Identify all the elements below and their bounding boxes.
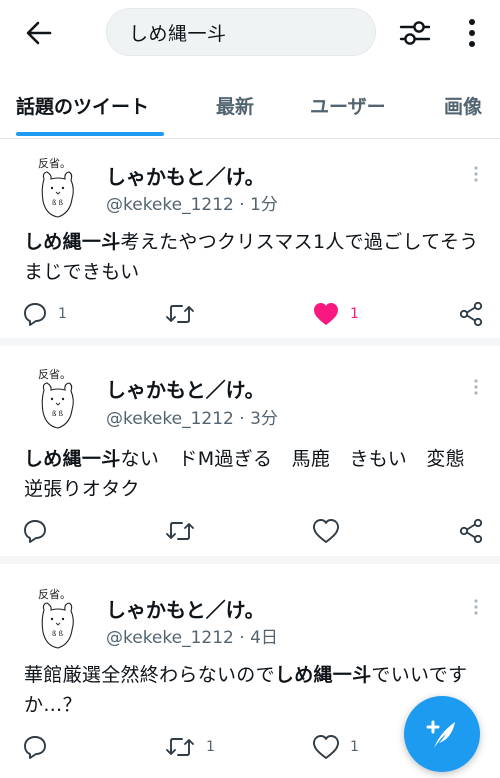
reply-icon: [24, 520, 46, 543]
tweet-options-button[interactable]: [466, 592, 486, 622]
like-button[interactable]: [312, 518, 350, 544]
compose-tweet-button[interactable]: [404, 696, 480, 772]
reply-button[interactable]: [22, 734, 58, 760]
svg-text:ß ß: ß ß: [52, 630, 64, 638]
svg-text:反省。: 反省。: [38, 157, 71, 170]
tweet-time: 4日: [250, 628, 278, 648]
arrow-left-icon: [26, 21, 52, 45]
divider: [0, 338, 500, 346]
sliders-icon: [399, 21, 431, 45]
tweet-options-button[interactable]: [466, 159, 486, 189]
tweet[interactable]: 反省。 ß ß しゃかもと／け。 @kekeke_1212 · 1分 しめ縄一斗…: [0, 139, 500, 339]
retweet-icon: [166, 738, 194, 756]
tab-people[interactable]: ユーザー: [310, 74, 386, 136]
more-vertical-icon: [474, 379, 478, 395]
svg-text:ß ß: ß ß: [52, 199, 64, 207]
more-vertical-icon: [469, 19, 475, 47]
avatar[interactable]: 反省。 ß ß: [28, 155, 86, 221]
share-button[interactable]: [458, 518, 484, 544]
author-handle[interactable]: @kekeke_1212 · 1分: [106, 190, 278, 215]
retweet-button[interactable]: [164, 301, 206, 327]
reply-icon: [24, 736, 46, 759]
tweet-text: しめ縄一斗ない ドM過ぎる 馬鹿 きもい 変態 逆張りオタク: [24, 448, 485, 500]
back-button[interactable]: [22, 16, 56, 50]
reply-icon: [24, 303, 46, 326]
more-vertical-icon: [474, 166, 478, 182]
reply-button[interactable]: [22, 518, 58, 544]
reply-button[interactable]: 1: [22, 301, 67, 327]
search-filter-button[interactable]: [396, 14, 434, 52]
like-count: 1: [350, 306, 359, 322]
more-vertical-icon: [474, 599, 478, 615]
share-icon: [459, 301, 483, 327]
retweet-button[interactable]: [164, 518, 206, 544]
active-tab-indicator: [16, 132, 164, 136]
tab-latest[interactable]: 最新: [216, 74, 254, 136]
like-button[interactable]: 1: [312, 301, 359, 327]
avatar[interactable]: 反省。 ß ß: [28, 366, 86, 432]
retweet-button[interactable]: 1: [164, 734, 215, 760]
like-count: 1: [350, 739, 359, 755]
tab-photos[interactable]: 画像: [444, 74, 482, 136]
svg-text:ß ß: ß ß: [52, 410, 64, 418]
retweet-count: 1: [206, 739, 215, 755]
compose-tweet-icon: [426, 720, 455, 748]
tweet-time: 1分: [250, 195, 278, 215]
search-input[interactable]: しめ縄一斗: [106, 8, 376, 56]
reply-count: 1: [58, 306, 67, 322]
author-name[interactable]: しゃかもと／け。: [106, 374, 265, 403]
author-handle[interactable]: @kekeke_1212 · 3分: [106, 404, 278, 429]
divider: [0, 556, 500, 564]
heart-icon: [313, 735, 339, 759]
tweet[interactable]: 反省。 ß ß しゃかもと／け。 @kekeke_1212 · 3分 しめ縄一斗…: [0, 346, 500, 557]
retweet-icon: [166, 522, 194, 540]
retweet-icon: [166, 305, 194, 323]
tweet-time: 3分: [250, 409, 278, 429]
search-tabs: 話題のツイート 最新 ユーザー 画像: [0, 74, 500, 139]
heart-icon: [314, 303, 338, 325]
avatar[interactable]: 反省。 ß ß: [28, 586, 86, 652]
share-button[interactable]: [458, 301, 484, 327]
tab-top[interactable]: 話題のツイート: [16, 74, 149, 136]
svg-text:反省。: 反省。: [38, 368, 71, 381]
tweet-options-button[interactable]: [466, 372, 486, 402]
heart-icon: [313, 519, 339, 543]
search-query: しめ縄一斗: [129, 22, 227, 45]
more-options-button[interactable]: [458, 14, 486, 52]
author-handle[interactable]: @kekeke_1212 · 4日: [106, 623, 278, 648]
share-icon: [459, 518, 483, 544]
svg-text:反省。: 反省。: [38, 588, 71, 601]
like-button[interactable]: 1: [312, 734, 359, 760]
top-bar: しめ縄一斗: [0, 0, 500, 68]
author-name[interactable]: しゃかもと／け。: [106, 161, 265, 190]
author-name[interactable]: しゃかもと／け。: [106, 594, 265, 623]
tweet-text: しめ縄一斗考えたやつクリスマス1人で過ごしてそう まじできもい: [24, 231, 498, 283]
